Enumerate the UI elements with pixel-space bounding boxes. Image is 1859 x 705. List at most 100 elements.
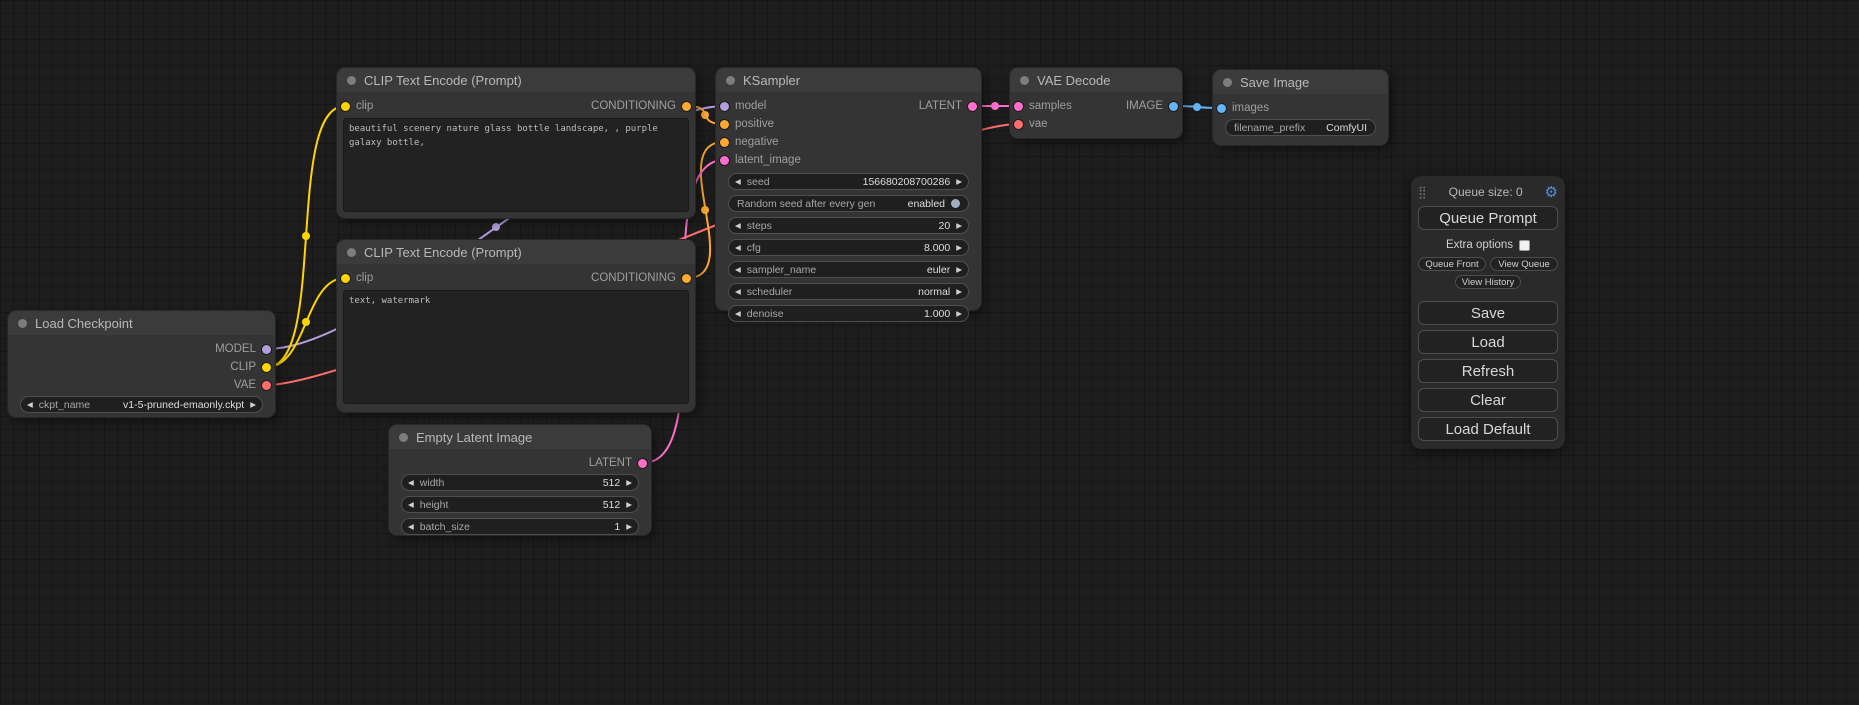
increment-arrow-icon[interactable]: ▶ <box>950 218 968 233</box>
latent-output-port[interactable] <box>968 102 977 111</box>
decrement-arrow-icon[interactable]: ◀ <box>729 240 747 255</box>
clip-output-port[interactable] <box>262 363 271 372</box>
clear-button[interactable]: Clear <box>1418 388 1558 412</box>
node-title-label: VAE Decode <box>1037 73 1110 88</box>
increment-arrow-icon[interactable]: ▶ <box>620 475 638 490</box>
output-slot-vae: VAE <box>8 376 275 394</box>
collapse-dot-icon[interactable] <box>399 433 408 442</box>
collapse-dot-icon[interactable] <box>347 248 356 257</box>
widget-steps[interactable]: ◀ steps 20 ▶ <box>728 217 969 234</box>
model-input-port[interactable] <box>720 102 729 111</box>
collapse-dot-icon[interactable] <box>1020 76 1029 85</box>
collapse-dot-icon[interactable] <box>726 76 735 85</box>
clip-input-port[interactable] <box>341 274 350 283</box>
increment-arrow-icon[interactable]: ▶ <box>620 497 638 512</box>
node-clip-text-encode-positive[interactable]: CLIP Text Encode (Prompt) clip CONDITION… <box>337 68 695 218</box>
conditioning-output-port[interactable] <box>682 274 691 283</box>
increment-arrow-icon[interactable]: ▶ <box>950 306 968 321</box>
extra-options-checkbox[interactable] <box>1519 240 1530 251</box>
decrement-arrow-icon[interactable]: ◀ <box>402 519 420 534</box>
output-slot-clip: CLIP <box>8 358 275 376</box>
samples-input-port[interactable] <box>1014 102 1023 111</box>
load-default-button[interactable]: Load Default <box>1418 417 1558 441</box>
widget-denoise[interactable]: ◀ denoise 1.000 ▶ <box>728 305 969 322</box>
widget-height[interactable]: ◀ height 512 ▶ <box>401 496 639 513</box>
widget-random-seed-toggle[interactable]: Random seed after every gen enabled <box>728 195 969 212</box>
latent-output-port[interactable] <box>638 459 647 468</box>
node-title-label: Load Checkpoint <box>35 316 133 331</box>
node-title-bar[interactable]: CLIP Text Encode (Prompt) <box>337 68 695 92</box>
collapse-dot-icon[interactable] <box>18 319 27 328</box>
increment-arrow-icon[interactable]: ▶ <box>950 174 968 189</box>
drag-handle-icon[interactable]: ⣿ <box>1418 186 1427 198</box>
load-button[interactable]: Load <box>1418 330 1558 354</box>
node-title-bar[interactable]: Load Checkpoint <box>8 311 275 335</box>
node-ksampler[interactable]: KSampler model LATENT positive negative … <box>716 68 981 310</box>
widget-cfg[interactable]: ◀ cfg 8.000 ▶ <box>728 239 969 256</box>
widget-batch-size[interactable]: ◀ batch_size 1 ▶ <box>401 518 639 535</box>
latent-image-input-port[interactable] <box>720 156 729 165</box>
negative-input-port[interactable] <box>720 138 729 147</box>
decrement-arrow-icon[interactable]: ◀ <box>729 306 747 321</box>
queue-front-button[interactable]: Queue Front <box>1418 257 1486 271</box>
node-clip-text-encode-negative[interactable]: CLIP Text Encode (Prompt) clip CONDITION… <box>337 240 695 412</box>
increment-arrow-icon[interactable]: ▶ <box>950 240 968 255</box>
increment-arrow-icon[interactable]: ▶ <box>620 519 638 534</box>
save-button[interactable]: Save <box>1418 301 1558 325</box>
output-label: CONDITIONING <box>591 100 676 112</box>
vae-input-port[interactable] <box>1014 120 1023 129</box>
next-arrow-icon[interactable]: ▶ <box>950 262 968 277</box>
slot-row-model: model LATENT <box>716 97 981 115</box>
node-empty-latent-image[interactable]: Empty Latent Image LATENT ◀ width 512 ▶ … <box>389 425 651 535</box>
node-title-bar[interactable]: CLIP Text Encode (Prompt) <box>337 240 695 264</box>
settings-gear-icon[interactable]: ⚙ <box>1545 185 1558 200</box>
decrement-arrow-icon[interactable]: ◀ <box>402 475 420 490</box>
node-title-bar[interactable]: Save Image <box>1213 70 1388 94</box>
next-arrow-icon[interactable]: ▶ <box>244 397 262 412</box>
collapse-dot-icon[interactable] <box>347 76 356 85</box>
node-title-bar[interactable]: KSampler <box>716 68 981 92</box>
slot-row-negative: negative <box>716 133 981 151</box>
view-queue-button[interactable]: View Queue <box>1490 257 1558 271</box>
node-save-image[interactable]: Save Image images filename_prefix ComfyU… <box>1213 70 1388 145</box>
negative-prompt-textarea[interactable]: text, watermark <box>343 290 689 404</box>
decrement-arrow-icon[interactable]: ◀ <box>402 497 420 512</box>
clip-input-port[interactable] <box>341 102 350 111</box>
graph-canvas[interactable]: Load Checkpoint MODEL CLIP VAE ◀ ckpt_na… <box>0 0 1859 705</box>
vae-output-port[interactable] <box>262 381 271 390</box>
node-title-bar[interactable]: Empty Latent Image <box>389 425 651 449</box>
node-title-label: CLIP Text Encode (Prompt) <box>364 245 522 260</box>
widget-scheduler[interactable]: ◀ scheduler normal ▶ <box>728 283 969 300</box>
prev-arrow-icon[interactable]: ◀ <box>729 262 747 277</box>
decrement-arrow-icon[interactable]: ◀ <box>729 174 747 189</box>
output-label: VAE <box>234 379 256 391</box>
prev-arrow-icon[interactable]: ◀ <box>729 284 747 299</box>
next-arrow-icon[interactable]: ▶ <box>950 284 968 299</box>
refresh-button[interactable]: Refresh <box>1418 359 1558 383</box>
node-title-bar[interactable]: VAE Decode <box>1010 68 1182 92</box>
widget-filename-prefix[interactable]: filename_prefix ComfyUI <box>1225 119 1376 136</box>
image-output-port[interactable] <box>1169 102 1178 111</box>
queue-menu-panel: ⣿ Queue size: 0 ⚙ Queue Prompt Extra opt… <box>1411 176 1565 449</box>
model-output-port[interactable] <box>262 345 271 354</box>
decrement-arrow-icon[interactable]: ◀ <box>729 218 747 233</box>
collapse-dot-icon[interactable] <box>1223 78 1232 87</box>
node-vae-decode[interactable]: VAE Decode samples IMAGE vae <box>1010 68 1182 138</box>
input-label: latent_image <box>735 154 801 166</box>
node-load-checkpoint[interactable]: Load Checkpoint MODEL CLIP VAE ◀ ckpt_na… <box>8 311 275 417</box>
output-label: CONDITIONING <box>591 272 676 284</box>
widget-width[interactable]: ◀ width 512 ▶ <box>401 474 639 491</box>
widget-ckpt-name[interactable]: ◀ ckpt_name v1-5-pruned-emaonly.ckpt ▶ <box>20 396 263 413</box>
conditioning-output-port[interactable] <box>682 102 691 111</box>
input-label: vae <box>1029 118 1048 130</box>
queue-prompt-button[interactable]: Queue Prompt <box>1418 206 1558 230</box>
output-label: IMAGE <box>1126 100 1163 112</box>
prev-arrow-icon[interactable]: ◀ <box>21 397 39 412</box>
positive-prompt-textarea[interactable]: beautiful scenery nature glass bottle la… <box>343 118 689 212</box>
widget-seed[interactable]: ◀ seed 156680208700286 ▶ <box>728 173 969 190</box>
toggle-dot-icon[interactable] <box>951 199 960 208</box>
view-history-button[interactable]: View History <box>1455 275 1521 289</box>
images-input-port[interactable] <box>1217 104 1226 113</box>
positive-input-port[interactable] <box>720 120 729 129</box>
widget-sampler-name[interactable]: ◀ sampler_name euler ▶ <box>728 261 969 278</box>
